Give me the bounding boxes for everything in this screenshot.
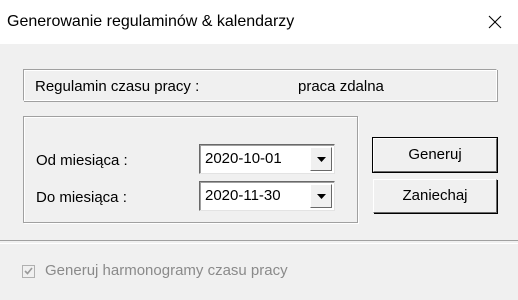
generate-schedules-checkbox[interactable] <box>22 264 35 278</box>
to-month-dropdown-button[interactable] <box>310 184 332 208</box>
to-month-label: Do miesiąca : <box>36 189 127 206</box>
window-title: Generowanie regulaminów & kalendarzy <box>7 13 295 30</box>
from-month-value: 2020-10-01 <box>205 150 282 167</box>
generate-schedules-option[interactable]: Generuj harmonogramy czasu pracy <box>22 262 288 280</box>
to-month-combo[interactable]: 2020-11-30 <box>199 181 335 211</box>
close-icon <box>488 15 502 29</box>
separator-line <box>0 240 518 244</box>
to-month-value: 2020-11-30 <box>205 187 281 204</box>
regulation-label: Regulamin czasu pracy : <box>35 78 200 95</box>
regulation-value: praca zdalna <box>298 78 384 95</box>
triangle-down-icon <box>316 156 326 162</box>
from-month-combo[interactable]: 2020-10-01 <box>199 144 335 174</box>
from-month-dropdown-button[interactable] <box>310 147 332 171</box>
triangle-down-icon <box>316 193 326 199</box>
title-bar[interactable]: Generowanie regulaminów & kalendarzy <box>0 0 518 44</box>
close-button[interactable] <box>472 0 518 44</box>
generate-button[interactable]: Generuj <box>372 137 498 173</box>
generate-schedules-label: Generuj harmonogramy czasu pracy <box>45 262 288 279</box>
from-month-label: Od miesiąca : <box>36 152 128 169</box>
dialog-window: Generowanie regulaminów & kalendarzy Reg… <box>0 0 518 300</box>
cancel-button[interactable]: Zaniechaj <box>373 179 497 213</box>
checkmark-icon <box>24 267 33 275</box>
